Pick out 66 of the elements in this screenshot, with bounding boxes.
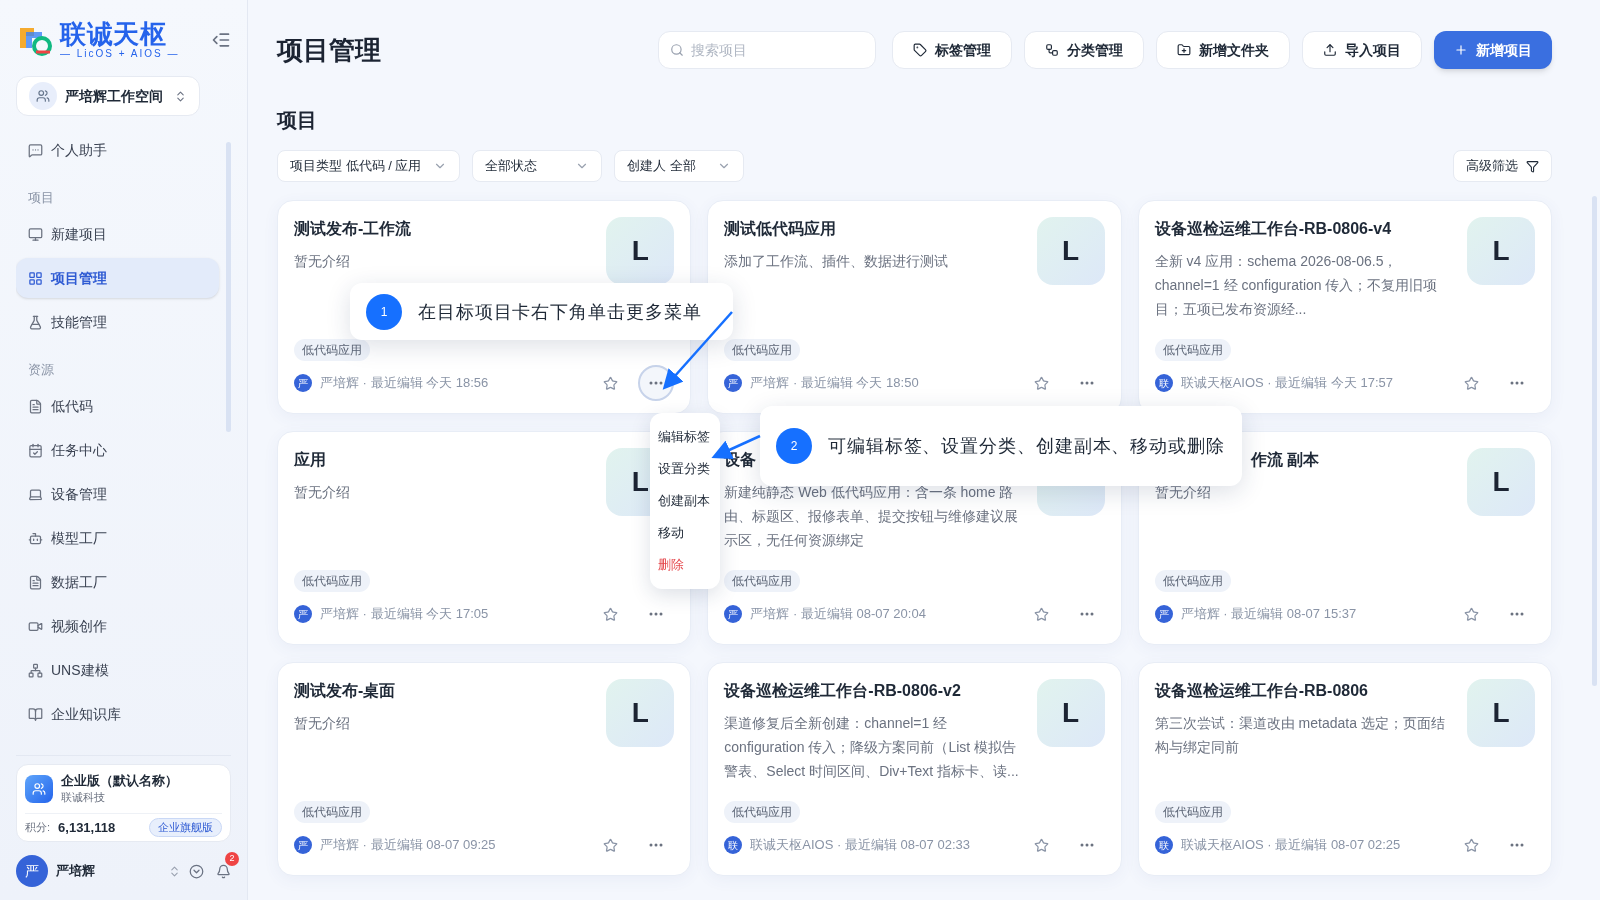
author-avatar: 联 [724,836,743,854]
project-avatar: L [1467,217,1535,285]
author-avatar: 严 [724,605,743,623]
card-tag: 低代码应用 [724,801,801,823]
points-value: 6,131,118 [58,818,117,837]
enterprise-name: 企业版（默认名称） [61,772,178,789]
nav-section-title: 资源 [27,361,55,379]
card-description: 第三次尝试：渠道改由 metadata 选定；页面结构与绑定同前 [1154,714,1446,757]
card-meta: 严培辉 · 最近编辑 今天 18:50 [750,374,920,393]
points-label: 积分: [25,820,51,835]
card-tag: 低代码应用 [1154,339,1231,361]
card-description: 暂无介绍 [294,714,351,733]
card-tag: 低代码应用 [294,801,370,823]
user-name: 严培辉 [56,862,96,881]
card-title: 设备巡检运维工作台-RB-0806 [1154,681,1368,701]
nav-section-title: 项目 [27,189,55,207]
card-meta: 严培辉 · 最近编辑 08-07 09:25 [320,836,497,855]
card-title: 设备巡检运维工作台-RB-0806-v2 [724,681,961,701]
card-meta: 严培辉 · 最近编辑 08-07 15:37 [1180,605,1358,624]
card-description: 暂无介绍 [294,252,351,271]
project-avatar: L [1036,217,1105,285]
card-tag: 低代码应用 [294,339,370,361]
card-title: 作流 副本 [1250,450,1320,470]
card-description: 暂无介绍 [294,483,351,502]
author-avatar: 严 [294,836,312,854]
author-avatar: 严 [294,374,312,392]
card-description: 暂无介绍 [1154,483,1212,502]
section-title: 项目 [277,108,318,133]
card-title: 测试发布-工作流 [294,219,412,239]
card-meta: 联诚天枢AIOS · 最近编辑 08-07 02:25 [1180,836,1402,855]
notification-badge: 2 [225,851,239,866]
card-title: 测试发布-桌面 [294,681,396,701]
project-avatar: L [606,217,675,285]
card-meta: 联诚天枢AIOS · 最近编辑 今天 17:57 [1180,374,1395,393]
step-number: 1 [366,293,402,330]
enterprise-company: 联诚科技 [61,789,106,805]
card-description: 渠道修复后全新创建：channel=1 经 configuration 传入；降级方案同前（List 模拟告警表、Select 时间区间、Div+Text 指标卡、读... [724,714,1020,781]
card-tag: 低代码应用 [1154,801,1231,823]
card-meta: 严培辉 · 最近编辑 08-07 20:04 [750,605,927,624]
card-tag: 低代码应用 [724,570,801,592]
page-title: 项目管理 [277,33,382,67]
card-tag: 低代码应用 [294,570,370,592]
project-avatar: L [1467,679,1535,747]
plan-badge: 企业旗舰版 [149,818,222,837]
project-avatar: L [1036,679,1105,747]
card-meta: 严培辉 · 最近编辑 今天 17:05 [320,605,490,624]
step-number: 2 [776,428,812,464]
card-description: 新建纯静态 Web 低代码应用：含一条 home 路由、标题区、报修表单、提交按钮与维修建议展示区，无任何资源绑定 [724,483,1020,550]
project-avatar: L [606,679,675,747]
author-avatar: 严 [1154,605,1173,623]
author-avatar: 联 [1154,836,1173,854]
logo-name: 联诚天枢 [60,20,168,48]
card-title: 设备巡检运维工作台-RB-0806-v4 [1154,219,1392,239]
project-avatar: L [1467,448,1535,516]
card-tag: 低代码应用 [724,339,801,361]
card-title: 应用 [294,450,326,470]
card-meta: 联诚天枢AIOS · 最近编辑 08-07 02:33 [750,836,971,855]
card-description: 添加了工作流、插件、数据进行测试 [724,252,950,271]
author-avatar: 严 [724,374,743,392]
author-avatar: 严 [294,605,312,623]
card-description: 全新 v4 应用：schema 2026-08-06.5，channel=1 经 configuration 传入；不复用旧项目；五项已发布资源经... [1154,252,1439,319]
card-meta: 严培辉 · 最近编辑 今天 18:56 [320,374,490,393]
author-avatar: 联 [1154,374,1173,392]
card-tag: 低代码应用 [1154,570,1231,592]
card-title: 测试低代码应用 [724,219,837,239]
logo-subtitle: — LicOS + AIOS — [60,48,180,60]
